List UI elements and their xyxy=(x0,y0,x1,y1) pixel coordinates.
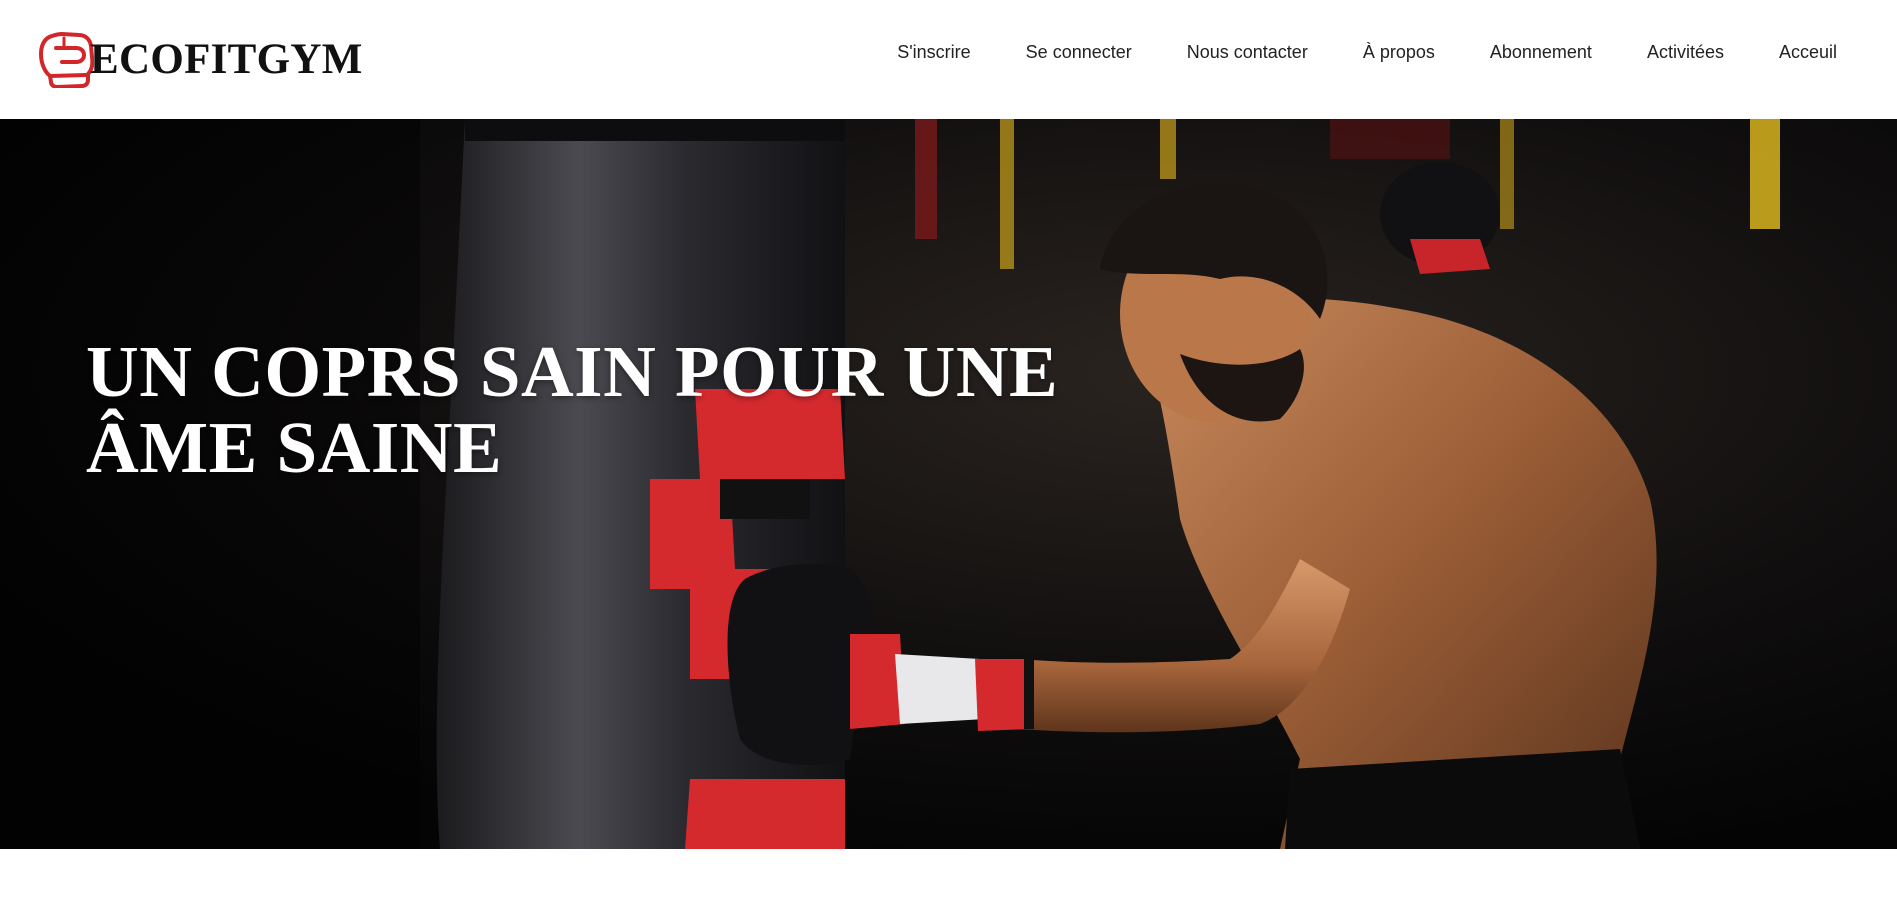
nav-link-home[interactable]: Acceuil xyxy=(1779,41,1837,63)
hero-banner: UN COPRS SAIN POUR UNE ÂME SAINE xyxy=(0,119,1897,849)
brand-name: ECOFITGYM xyxy=(90,35,363,83)
brand-logo[interactable]: ECOFITGYM xyxy=(38,30,363,88)
main-nav: S'inscrire Se connecter Nous contacter À… xyxy=(842,41,1837,63)
boxing-glove-icon xyxy=(39,32,94,88)
nav-link-activities[interactable]: Activitées xyxy=(1647,41,1724,63)
hero-title: UN COPRS SAIN POUR UNE ÂME SAINE xyxy=(86,331,1059,488)
top-navbar: ECOFITGYM S'inscrire Se connecter Nous c… xyxy=(0,0,1897,119)
nav-link-subscription[interactable]: Abonnement xyxy=(1490,41,1592,63)
nav-link-login[interactable]: Se connecter xyxy=(1026,41,1132,63)
nav-link-signup[interactable]: S'inscrire xyxy=(897,41,970,63)
nav-link-contact[interactable]: Nous contacter xyxy=(1187,41,1308,63)
nav-link-about[interactable]: À propos xyxy=(1363,41,1435,63)
